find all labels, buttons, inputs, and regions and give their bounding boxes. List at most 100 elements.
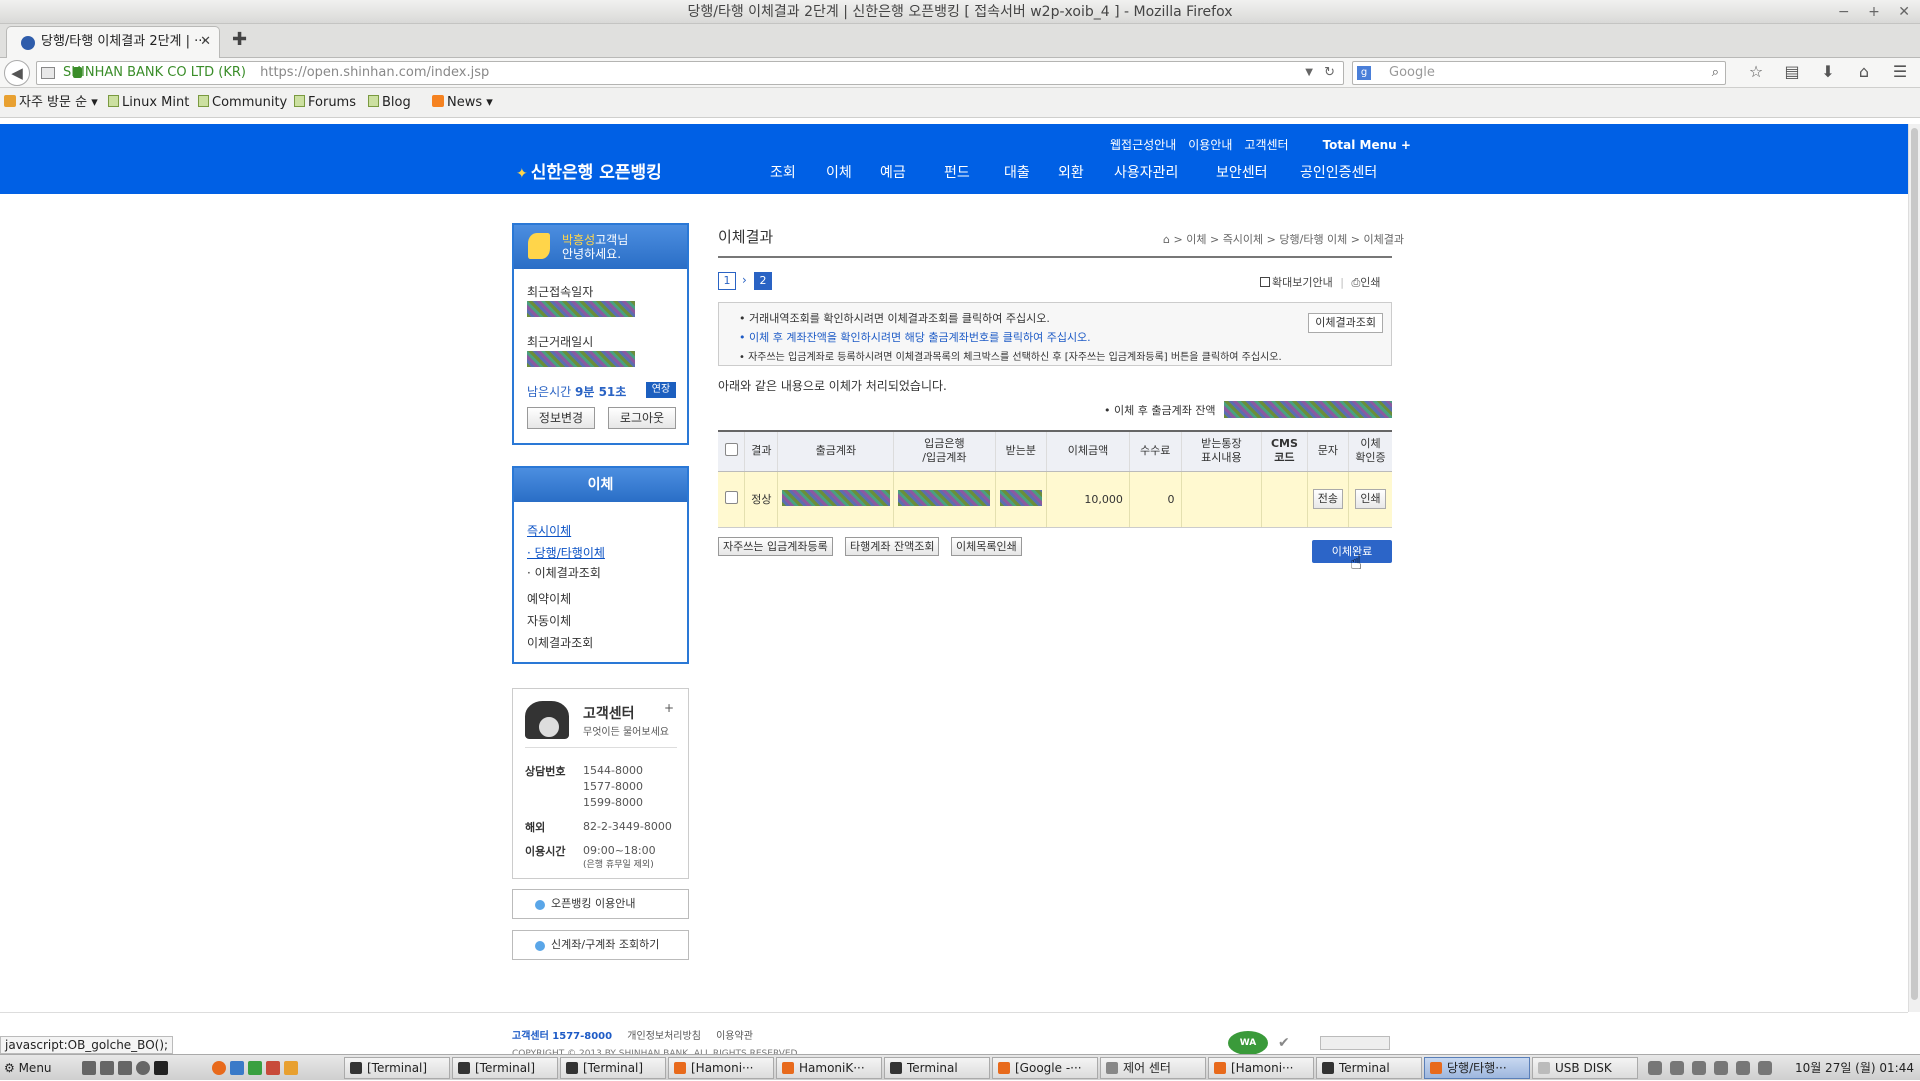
firefox-icon[interactable] [212, 1061, 226, 1075]
row-checkbox[interactable] [724, 491, 738, 504]
menu-security[interactable]: 보안센터 [1216, 162, 1268, 182]
certification-marks: WA ✔ [1228, 1031, 1390, 1055]
bookmark-community[interactable]: Community [198, 88, 287, 118]
favicon-icon [21, 36, 35, 50]
reload-icon[interactable]: ↻ [1324, 62, 1335, 84]
certificate-print-button[interactable]: 인쇄 [1355, 489, 1386, 509]
bookmark-blog[interactable]: Blog [368, 88, 411, 118]
taskbar-window[interactable]: [Terminal] [560, 1057, 666, 1079]
taskbar-window-active[interactable]: 당행/타행··· [1424, 1057, 1530, 1079]
bookmark-most-visited[interactable]: 자주 방문 순 ▾ [4, 88, 98, 118]
link-accessibility[interactable]: 웹접근성안내 [1110, 138, 1176, 152]
taskbar-window[interactable]: [Terminal] [452, 1057, 558, 1079]
sidebar-item-result-inquiry[interactable]: 이체결과조회 [527, 634, 593, 651]
col-cms: CMS 코드 [1261, 430, 1308, 472]
menu-fund[interactable]: 펀드 [944, 162, 970, 182]
quicklaunch-icon[interactable] [100, 1061, 114, 1075]
link-customer-center[interactable]: 고객센터 [1244, 138, 1288, 152]
home-icon[interactable]: ⌂ [1846, 62, 1882, 81]
menu-transfer[interactable]: 이체 [826, 162, 852, 182]
clock[interactable]: 10월 27일 (월) 01:44 [1795, 1055, 1914, 1081]
bank-logo[interactable]: ✦ 신한은행 오픈뱅킹 [516, 158, 662, 183]
close-icon[interactable]: ✕ [1898, 4, 1910, 20]
select-all-checkbox[interactable] [724, 442, 738, 456]
plus-icon[interactable]: + [664, 701, 674, 715]
back-icon[interactable]: ◀ [4, 60, 30, 86]
menu-fx[interactable]: 외환 [1058, 162, 1084, 182]
hamburger-menu-icon[interactable]: ☰ [1882, 62, 1918, 81]
sidebar-item-instant[interactable]: 즉시이체 [527, 522, 571, 539]
impress-icon[interactable] [266, 1061, 280, 1075]
account-inquiry-button[interactable]: 신계좌/구계좌 조회하기 [512, 930, 689, 960]
check-mark-icon: ✔ [1278, 1035, 1290, 1051]
register-favorite-account-button[interactable]: 자주쓰는 입금계좌등록 [718, 537, 833, 556]
sidebar-item-scheduled[interactable]: 예약이체 [527, 590, 571, 607]
menu-cert[interactable]: 공인인증센터 [1300, 162, 1377, 182]
quicklaunch-icon[interactable] [118, 1061, 132, 1075]
google-icon[interactable]: g [1357, 66, 1371, 80]
start-menu-button[interactable]: ⚙ Menu [4, 1055, 52, 1081]
navigation-bar: ◀ SHINHAN BANK CO LTD (KR) https://open.… [0, 58, 1920, 88]
print-link[interactable]: ⎙인쇄 [1351, 276, 1380, 289]
search-icon[interactable]: ⌕ [1712, 62, 1719, 84]
star-icon[interactable]: ☆ [1738, 62, 1774, 81]
terminal-icon[interactable] [154, 1061, 168, 1075]
total-menu-button[interactable]: Total Menu + [1323, 138, 1411, 152]
cell-to-account [893, 471, 996, 528]
openbanking-guide-button[interactable]: 오픈뱅킹 이용안내 [512, 889, 689, 919]
print-transfer-list-button[interactable]: 이체목록인쇄 [951, 537, 1022, 556]
sidebar-item-auto[interactable]: 자동이체 [527, 612, 571, 629]
download-icon[interactable]: ⬇ [1810, 62, 1846, 81]
cc-title: 고객센터 [583, 706, 635, 722]
menu-inquiry[interactable]: 조회 [770, 162, 796, 182]
menu-loan[interactable]: 대출 [1004, 162, 1030, 182]
quicklaunch-icon[interactable] [136, 1061, 150, 1075]
taskbar-window[interactable]: [Hamoni··· [668, 1057, 774, 1079]
writer-icon[interactable] [230, 1061, 244, 1075]
privacy-link[interactable]: 개인정보처리방침 [627, 1031, 701, 1042]
taskbar-window[interactable]: HamoniK··· [776, 1057, 882, 1079]
bookmark-linux-mint[interactable]: Linux Mint [108, 88, 189, 118]
reading-list-icon[interactable]: ▤ [1774, 62, 1810, 81]
scrollbar-thumb[interactable] [1911, 128, 1918, 1000]
quicklaunch-icon[interactable] [82, 1061, 96, 1075]
url-dropdown-icon[interactable]: ▼ [1305, 62, 1313, 84]
taskbar-window[interactable]: [Terminal] [344, 1057, 450, 1079]
menu-user-mgmt[interactable]: 사용자관리 [1114, 162, 1178, 182]
transfer-sidebar: 이체 즉시이체 · 당행/타행이체 · 이체결과조회 예약이체 자동이체 이체결… [512, 466, 689, 664]
info-line-1: • 거래내역조회를 확인하시려면 이체결과조회를 클릭하여 주십시오. [739, 312, 1050, 325]
bookmark-news[interactable]: News ▾ [432, 88, 493, 118]
minimize-icon[interactable]: − [1838, 4, 1850, 20]
maximize-icon[interactable]: + [1868, 4, 1880, 20]
taskbar-window[interactable]: 제어 센터 [1100, 1057, 1206, 1079]
terms-link[interactable]: 이용약관 [716, 1031, 753, 1042]
taskbar-window[interactable]: Terminal [1316, 1057, 1422, 1079]
menu-deposit[interactable]: 예금 [880, 162, 906, 182]
cell-from-account[interactable] [777, 471, 894, 528]
calc-icon[interactable] [248, 1061, 262, 1075]
sms-send-button[interactable]: 전송 [1312, 489, 1343, 509]
zoom-guide-link[interactable]: 확대보기안내 [1260, 276, 1333, 289]
browser-tab[interactable]: 당행/타행 이체결과 2단계 | ··· ✕ [6, 26, 220, 58]
taskbar-window[interactable]: [Hamoni··· [1208, 1057, 1314, 1079]
new-tab-icon[interactable]: ✚ [232, 29, 247, 50]
taskbar-window[interactable]: Terminal [884, 1057, 990, 1079]
sidebar-item-domestic[interactable]: · 당행/타행이체 [527, 544, 605, 561]
page-info-icon[interactable] [41, 67, 55, 79]
page-footer: 고객센터 1577-8000 개인정보처리방침 이용약관 COPYRIGHT ©… [0, 1012, 1908, 1059]
link-guide[interactable]: 이용안내 [1188, 138, 1232, 152]
taskbar-window[interactable]: [Google -··· [992, 1057, 1098, 1079]
page-scrollbar[interactable] [1908, 124, 1920, 1012]
bookmark-forums[interactable]: Forums [294, 88, 356, 118]
extend-button[interactable]: 연장 [646, 382, 676, 398]
result-inquiry-button[interactable]: 이체결과조회 [1308, 313, 1383, 333]
logout-button[interactable]: 로그아웃 [608, 407, 676, 429]
taskbar-window[interactable]: USB DISK [1532, 1057, 1638, 1079]
search-input[interactable]: g Google ⌕ [1352, 61, 1726, 85]
url-bar[interactable]: SHINHAN BANK CO LTD (KR) https://open.sh… [36, 61, 1344, 85]
sidebar-item-result[interactable]: · 이체결과조회 [527, 564, 601, 581]
other-bank-balance-button[interactable]: 타행계좌 잔액조회 [845, 537, 940, 556]
tab-close-icon[interactable]: ✕ [200, 27, 211, 57]
folder-icon[interactable] [284, 1061, 298, 1075]
info-change-button[interactable]: 정보변경 [527, 407, 595, 429]
